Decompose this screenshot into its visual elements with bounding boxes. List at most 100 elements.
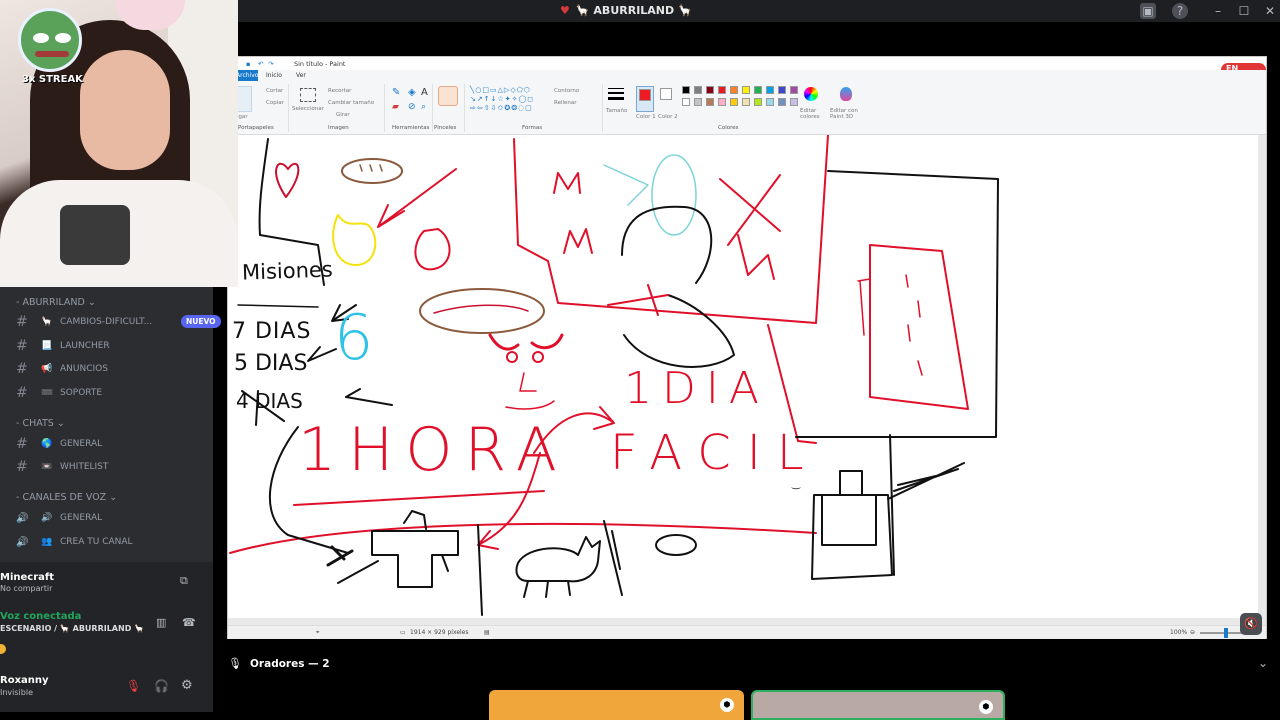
new-badge: NUEVO (181, 315, 221, 328)
color-swatch[interactable] (754, 98, 762, 106)
canvas-face: ‿ (792, 479, 801, 490)
color-swatch[interactable] (730, 86, 738, 94)
color-swatch[interactable] (778, 86, 786, 94)
color-swatch[interactable] (682, 98, 690, 106)
color-swatch[interactable] (778, 98, 786, 106)
tab-ver[interactable]: Ver (296, 70, 306, 81)
stage-icon: ⬢ (979, 700, 993, 714)
voice-status: Voz conectada (0, 611, 82, 622)
canvas-text-1hora: 1HORA (298, 415, 569, 485)
color-swatch[interactable] (706, 86, 714, 94)
channel-launcher[interactable]: # 📃 LAUNCHER (16, 336, 211, 356)
chevron-down-icon[interactable]: ⌄ (1258, 656, 1268, 670)
color-swatch[interactable] (682, 86, 690, 94)
hash-icon: # (16, 338, 28, 354)
mute-stream-button[interactable]: 🔇 (1240, 613, 1262, 635)
color-swatch[interactable] (694, 86, 702, 94)
speaker-emoji-icon: 🔊 (41, 513, 53, 523)
disconnect-icon[interactable]: ☎ (182, 616, 196, 629)
outline-button[interactable]: Contorno (554, 88, 579, 94)
shapes-gallery[interactable]: ╲○□▭△▷◇⬠⬡ ↘↗↑↓☆✦✧◯◻ ⇨⇦⇧⇩✩✪❂◌▢ (470, 86, 550, 116)
avatar-edge (0, 644, 6, 654)
channel-whitelist[interactable]: # 📼 WHITELIST (16, 457, 211, 477)
tab-inicio[interactable]: Inicio (266, 70, 282, 81)
activity-name: Minecraft (0, 572, 55, 583)
paint3d-icon[interactable] (840, 87, 852, 101)
activity-sub: No compartir (0, 584, 53, 593)
category-voice[interactable]: - CANALES DE VOZ ⌄ (16, 492, 117, 503)
screen-share-icon[interactable]: ▣ (1140, 3, 1156, 19)
canvas-size: 1914 × 929 píxeles (410, 629, 469, 636)
voice-signal-icon[interactable]: ▥ (156, 616, 166, 629)
tab-archivo[interactable]: Archivo (236, 70, 258, 81)
horizontal-scrollbar[interactable] (228, 618, 1258, 625)
size-icon[interactable] (608, 88, 624, 104)
vertical-scrollbar[interactable] (1258, 135, 1266, 625)
brushes-icon[interactable] (438, 86, 458, 106)
undo-icon[interactable]: ↶ (258, 60, 263, 68)
color-swatch[interactable] (694, 98, 702, 106)
size-label: Tamaño (606, 108, 628, 114)
channel-anuncios[interactable]: # 📢 ANUNCIOS (16, 359, 211, 379)
copy-button[interactable]: Copiar (266, 100, 284, 106)
cut-button[interactable]: Cortar (266, 88, 283, 94)
channel-general[interactable]: # 🌎 GENERAL (16, 434, 211, 454)
save-icon[interactable]: ▪ (246, 60, 250, 68)
channel-soporte[interactable]: # 🎟 SOPORTE (16, 383, 211, 403)
color-swatch[interactable] (718, 98, 726, 106)
close-icon[interactable]: ✕ (1262, 3, 1278, 19)
group-colors: Colores (718, 125, 739, 131)
paint-title: Sin título - Paint (294, 60, 346, 68)
paint-ribbon: Archivo Inicio Ver Pegar Cortar Copiar S… (228, 70, 1266, 135)
rotate-button[interactable]: Girar (336, 112, 350, 118)
speaker-tile-2[interactable]: ⬢ (751, 690, 1005, 720)
zoom-out-icon[interactable]: ⊖ (1190, 629, 1195, 636)
mic-muted-icon[interactable]: 🎙 (126, 679, 141, 693)
minimize-icon[interactable]: – (1210, 3, 1226, 19)
pepe-emote (18, 8, 82, 72)
fill-icon[interactable]: ◈ (408, 87, 416, 98)
redo-icon[interactable]: ↷ (268, 60, 273, 68)
voice-channel-name: ESCENARIO / 🦙 ABURRILAND 🦙 (0, 624, 145, 633)
llama-icon: 🦙 (41, 317, 53, 327)
select-icon[interactable] (300, 88, 316, 102)
channel-cambios[interactable]: # 🦙 CAMBIOS-DIFICULT... NUEVO (16, 312, 221, 332)
settings-gear-icon[interactable]: ⚙ (181, 678, 193, 693)
color1-selector[interactable] (636, 86, 654, 112)
group-shapes: Formas (522, 125, 543, 131)
category-chats[interactable]: - CHATS ⌄ (16, 418, 65, 429)
edit-colors-icon[interactable] (804, 87, 818, 101)
color-swatch[interactable] (766, 86, 774, 94)
color-swatch[interactable] (790, 86, 798, 94)
color-picker-icon[interactable]: ⊘ (408, 102, 416, 112)
color-swatch[interactable] (754, 86, 762, 94)
color-swatch[interactable] (766, 98, 774, 106)
color2-selector[interactable] (660, 88, 672, 100)
resize-button[interactable]: Cambiar tamaño (328, 100, 374, 106)
voice-channel-general[interactable]: 🔊 🔊 GENERAL (16, 508, 211, 528)
hash-icon: # (16, 385, 28, 401)
text-icon[interactable]: A (421, 87, 428, 98)
magnifier-icon[interactable]: ⌕ (421, 102, 426, 112)
zoom-slider-thumb[interactable] (1224, 628, 1228, 638)
speaker-tile-1[interactable]: ⬢ (489, 690, 744, 720)
color-swatch[interactable] (730, 98, 738, 106)
eraser-icon[interactable]: ▰ (392, 102, 399, 112)
color-swatch[interactable] (790, 98, 798, 106)
maximize-icon[interactable]: ☐ (1236, 3, 1252, 19)
headphones-icon[interactable]: 🎧 (154, 679, 169, 693)
color-swatch[interactable] (706, 98, 714, 106)
color-swatch[interactable] (742, 86, 750, 94)
group-clipboard: Portapapeles (238, 125, 274, 131)
fill-button[interactable]: Rellenar (554, 100, 577, 106)
voice-channel-crea[interactable]: 🔊 👥 CREA TU CANAL (16, 532, 211, 552)
help-icon[interactable]: ? (1172, 3, 1188, 19)
crop-button[interactable]: Recortar (328, 88, 351, 94)
category-aburriland[interactable]: - ABURRILAND ⌄ (16, 297, 96, 308)
screen-share-toggle-icon[interactable]: ⧉ (180, 574, 188, 588)
paint-canvas[interactable]: Misiones 7 DIAS 5 DIAS 4 DIAS 6 1HORA 1D… (228, 135, 1258, 619)
pencil-icon[interactable]: ✎ (392, 87, 400, 98)
color-swatch[interactable] (742, 98, 750, 106)
color1-label: Color 1 (636, 114, 656, 120)
color-swatch[interactable] (718, 86, 726, 94)
